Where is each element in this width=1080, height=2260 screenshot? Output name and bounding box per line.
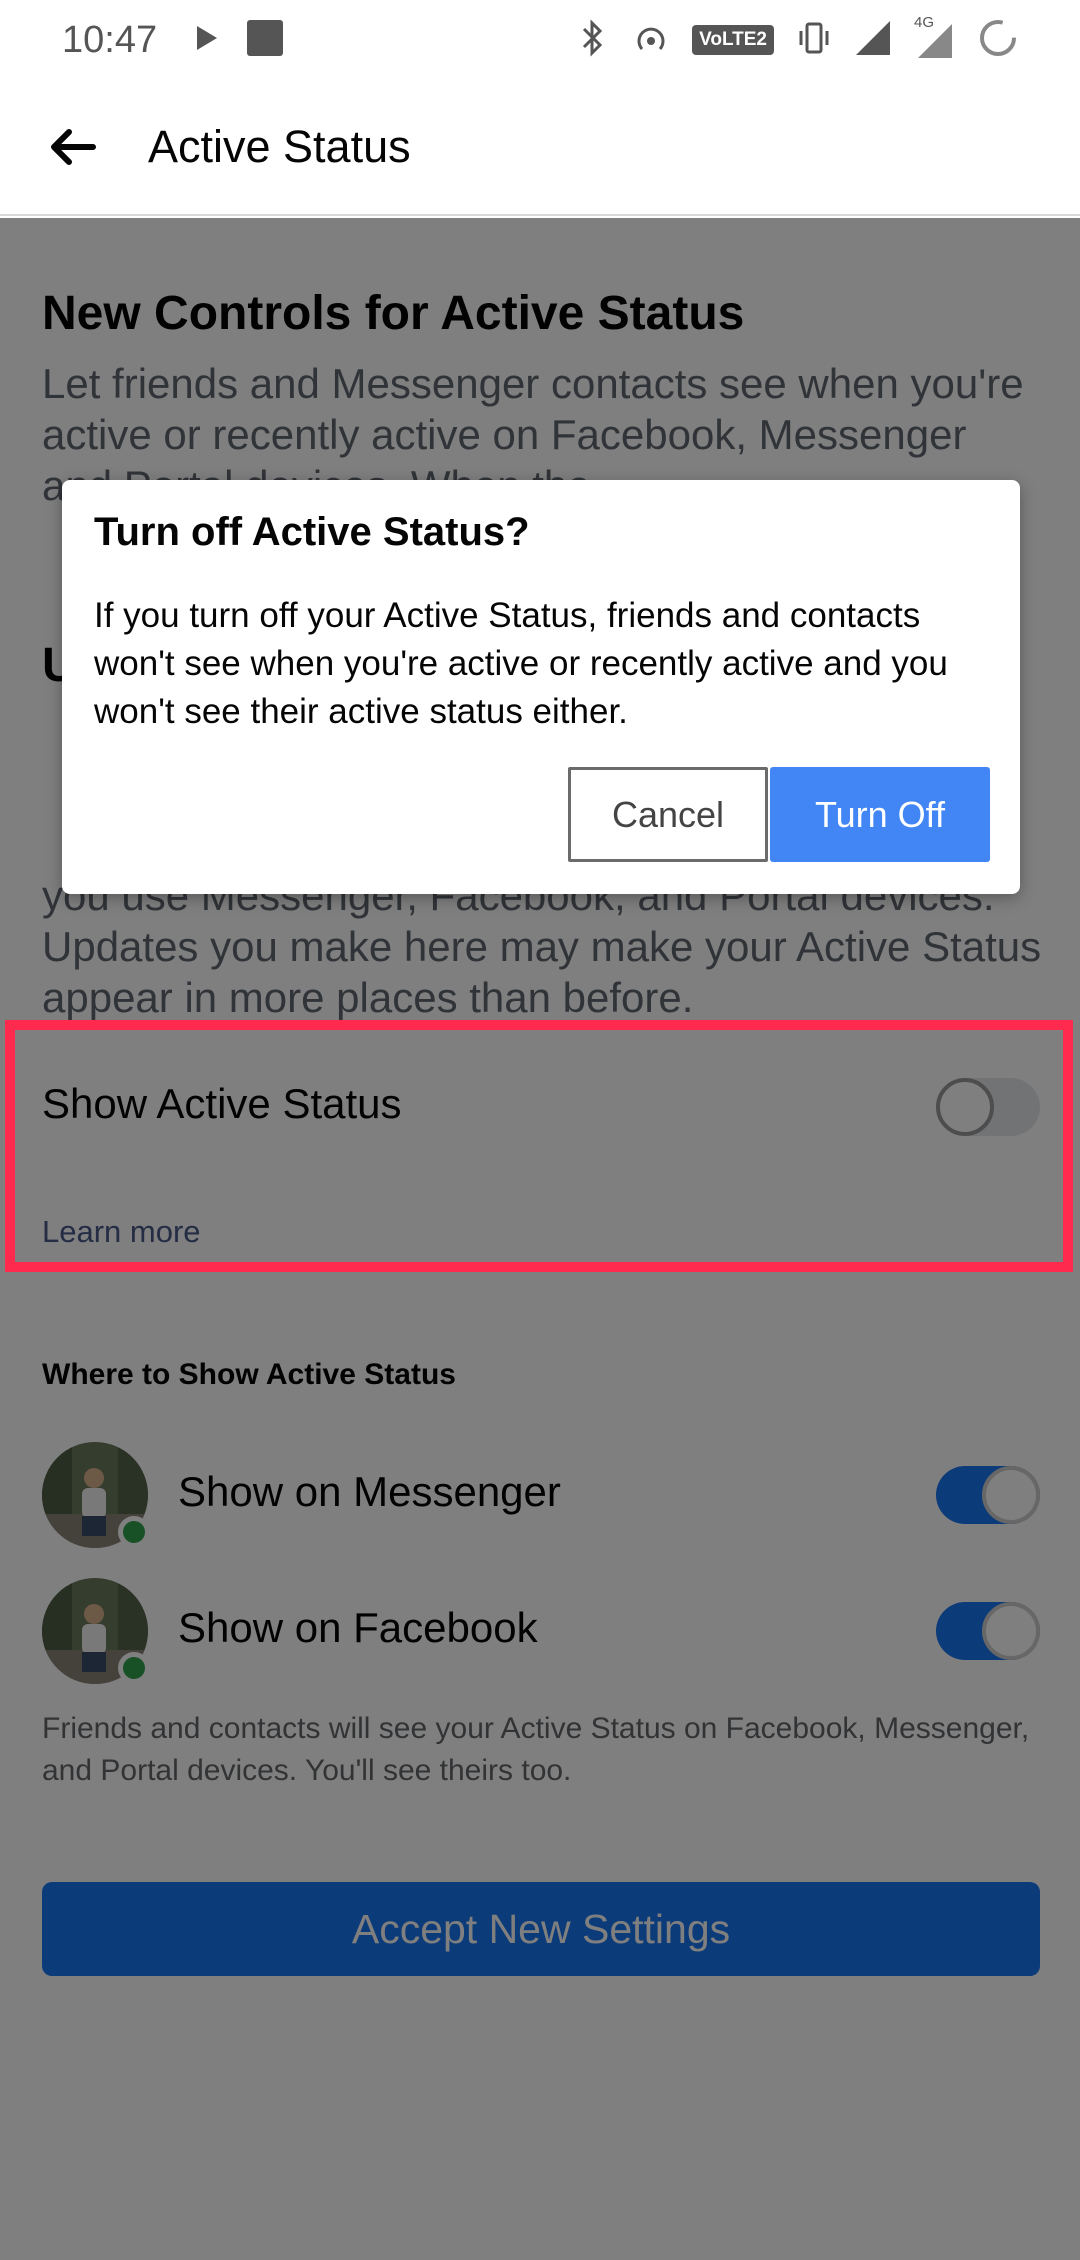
cancel-button[interactable]: Cancel bbox=[568, 767, 768, 862]
signal-icon bbox=[854, 19, 892, 62]
dialog-body: If you turn off your Active Status, frie… bbox=[94, 596, 948, 731]
page-title: Active Status bbox=[148, 121, 411, 172]
highlight-box bbox=[5, 1020, 1073, 1272]
network-type-label: 4G bbox=[914, 14, 935, 31]
hotspot-icon bbox=[632, 19, 670, 62]
vibrate-icon bbox=[796, 19, 832, 62]
back-button[interactable] bbox=[28, 102, 118, 192]
stop-icon bbox=[245, 18, 285, 63]
loading-icon bbox=[978, 18, 1018, 63]
play-icon bbox=[191, 23, 221, 58]
screen: 10:47 VoLTE2 4G Active Status Turn off A… bbox=[0, 0, 1080, 2260]
back-arrow-icon bbox=[51, 129, 96, 165]
status-icons: VoLTE2 4G bbox=[576, 14, 1018, 63]
turn-off-button[interactable]: Turn Off bbox=[770, 767, 990, 862]
volte-icon: VoLTE2 bbox=[692, 25, 774, 55]
status-bar: 10:47 VoLTE2 4G bbox=[0, 0, 1080, 80]
dialog-title: Turn off Active Status? bbox=[94, 510, 530, 554]
app-bar: Active Status bbox=[0, 80, 1080, 216]
turn-off-dialog: Turn off Active Status? If you turn off … bbox=[62, 480, 1020, 894]
signal-4g-icon: 4G bbox=[914, 14, 956, 60]
status-time: 10:47 bbox=[62, 18, 158, 61]
bluetooth-icon bbox=[576, 18, 610, 62]
